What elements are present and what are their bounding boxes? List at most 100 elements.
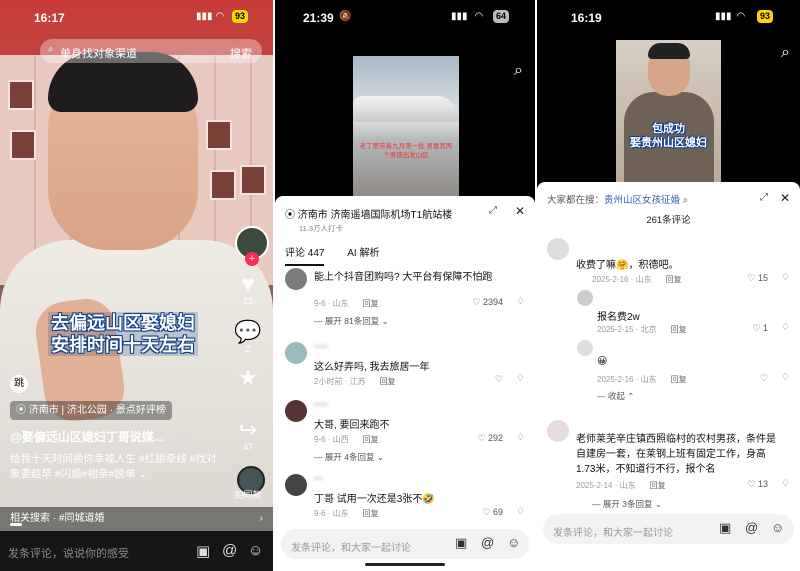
at-icon[interactable]: @	[222, 542, 237, 559]
at-icon[interactable]: @	[481, 535, 494, 550]
search-icon[interactable]: ⌕	[514, 62, 523, 80]
reply-button[interactable]: 回复	[671, 375, 687, 384]
commenter-name: •••	[314, 474, 323, 483]
like-count: 292	[487, 433, 503, 443]
like-button[interactable]: ♡ 13	[747, 479, 768, 490]
comment-bar[interactable]: 发条评论，说说你的感受 ▣ @ ☺	[0, 531, 273, 571]
avatar[interactable]	[577, 290, 593, 306]
comment-text: 这么好弄吗, 我去旅居一年	[314, 362, 430, 373]
dislike-icon[interactable]: ♢	[516, 373, 525, 384]
tab-ai-analysis[interactable]: AI 解析	[347, 248, 379, 259]
expand-icon[interactable]: ⤢	[489, 205, 497, 216]
at-icon[interactable]: @	[745, 520, 758, 535]
reply-button[interactable]: 回复	[650, 481, 666, 490]
trending-link[interactable]: 贵州山区女孩征婚	[604, 195, 680, 206]
like-button[interactable]: ♡ 292	[477, 433, 503, 444]
emoji-icon[interactable]: ☺	[507, 535, 520, 550]
same-style-label[interactable]: 拍同款	[231, 488, 265, 501]
search-button[interactable]: 搜索	[230, 45, 252, 61]
comment-text: 收费了嘛🤗，积德吧。	[576, 260, 679, 271]
comment-bar[interactable]: 发条评论，和大家一起讨论 ▣ @ ☺	[543, 514, 794, 544]
image-icon[interactable]: ▣	[196, 542, 210, 560]
like-button[interactable]: ♡ 1	[752, 323, 768, 334]
like-button[interactable]: ♡	[760, 373, 768, 384]
dislike-icon[interactable]: ♢	[781, 478, 790, 489]
reply-button[interactable]: 回复	[666, 275, 682, 284]
avatar[interactable]	[285, 342, 307, 364]
comment-text: 能上个抖音团购吗? 大平台有保障不怕跑	[314, 272, 493, 283]
dislike-icon[interactable]: ♢	[516, 296, 525, 307]
username[interactable]: @娶偏远山区媳妇丁哥说媒...	[10, 430, 164, 444]
search-input[interactable]: 单身找对象渠道	[60, 45, 137, 61]
comment-input[interactable]: 发条评论，和大家一起讨论	[291, 539, 411, 554]
comment-input[interactable]: 发条评论，说说你的感受	[8, 545, 129, 561]
reply-button[interactable]: 回复	[363, 509, 379, 518]
expand-icon[interactable]: ⤢	[760, 192, 768, 203]
image-icon[interactable]: ▣	[719, 520, 731, 536]
video-thumbnail[interactable]: 老丁要带着九月第一批 男嘉宾两个男孩出发山区	[353, 56, 459, 196]
related-search-query[interactable]: #同城道婚	[59, 513, 105, 524]
avatar[interactable]	[547, 420, 569, 442]
location-visits: 11.3万人打卡	[299, 224, 344, 233]
close-icon[interactable]: ✕	[515, 204, 525, 218]
post-time: 2天前	[167, 433, 193, 444]
topic-badge[interactable]: 跳	[10, 375, 28, 393]
location-city: 济南市	[28, 405, 59, 416]
video-author[interactable]: @娶偏远山区媳妇丁哥说媒... 2天前	[10, 428, 193, 445]
expand-replies[interactable]: — 展开 4条回复 ⌄	[314, 451, 384, 463]
like-button[interactable]: ♡	[495, 374, 503, 385]
comment-button[interactable]: 💬 2	[231, 320, 265, 355]
location-tag[interactable]: ⦿ 济南市 | 济北公园 · 景点好评榜	[10, 401, 172, 420]
video-thumbnail[interactable]: 包成功 娶贵州山区媳妇	[616, 40, 721, 182]
related-search-bar[interactable]: 相关搜索 · #同城道婚 ›	[0, 507, 273, 531]
follow-plus-icon[interactable]: +	[245, 252, 259, 266]
expand-chevron-icon[interactable]: ⌄	[138, 468, 147, 480]
reply-button[interactable]: 回复	[363, 299, 379, 308]
collapse-replies[interactable]: — 收起 ⌃	[597, 390, 634, 402]
avatar[interactable]	[285, 268, 307, 290]
close-icon[interactable]: ✕	[780, 191, 790, 205]
like-button[interactable]: ♡ 2394	[472, 297, 503, 308]
dislike-icon[interactable]: ♢	[516, 506, 525, 517]
signal-icon: ▮▮▮	[196, 11, 213, 22]
emoji-icon[interactable]: ☺	[248, 542, 263, 559]
emoji-icon[interactable]: ☺	[771, 520, 784, 535]
commenter-name: •••••	[314, 342, 329, 351]
video-caption: 老丁要带着九月第一批 男嘉宾两个男孩出发山区	[359, 143, 453, 159]
dislike-icon[interactable]: ♢	[781, 322, 790, 333]
comment-bar[interactable]: 发条评论，和大家一起讨论 ▣ @ ☺	[281, 529, 529, 559]
like-button[interactable]: ♡ 15	[747, 273, 768, 284]
share-button[interactable]: ↪ 47	[231, 418, 265, 453]
reply-button[interactable]: 回复	[363, 435, 379, 444]
favorite-button[interactable]: ★	[231, 366, 265, 390]
airplane-image	[353, 96, 459, 122]
search-bar[interactable]: ⌕ 单身找对象渠道 搜索	[40, 39, 262, 63]
comment-tabs: 评论 447 AI 解析	[285, 244, 399, 266]
comment-meta: 2025-2-15 · 北京 回复	[597, 325, 687, 334]
avatar[interactable]	[285, 400, 307, 422]
reply-button[interactable]: 回复	[671, 325, 687, 334]
search-icon[interactable]: ⌕	[781, 44, 790, 62]
reply-button[interactable]: 回复	[380, 377, 396, 386]
status-time: 21:39	[303, 11, 334, 25]
wall-photo	[8, 80, 34, 110]
trending-search[interactable]: 大家都在搜：贵州山区女孩征婚 ⌕	[547, 192, 688, 206]
like-button[interactable]: ♥ 23	[231, 271, 265, 307]
status-time: 16:17	[34, 11, 65, 25]
like-button[interactable]: ♡ 69	[482, 507, 503, 518]
comment-count: 2	[245, 344, 251, 354]
image-icon[interactable]: ▣	[455, 535, 467, 551]
avatar[interactable]	[577, 340, 593, 356]
dislike-icon[interactable]: ♢	[516, 432, 525, 443]
avatar[interactable]	[285, 474, 307, 496]
avatar[interactable]	[547, 238, 569, 260]
expand-replies[interactable]: — 展开 3条回复 ⌄	[592, 498, 662, 510]
comment-input[interactable]: 发条评论，和大家一起讨论	[553, 524, 673, 539]
heart-icon: ♥	[241, 271, 255, 296]
location-city: 济南市	[297, 210, 328, 221]
tab-comments[interactable]: 评论 447	[285, 248, 325, 266]
dislike-icon[interactable]: ♢	[781, 372, 790, 383]
dislike-icon[interactable]: ♢	[781, 272, 790, 283]
expand-replies[interactable]: — 展开 81条回复 ⌄	[314, 315, 389, 327]
location-header[interactable]: ⦿ 济南市 济南遥墙国际机场T1航站楼 11.3万人打卡	[285, 206, 452, 234]
